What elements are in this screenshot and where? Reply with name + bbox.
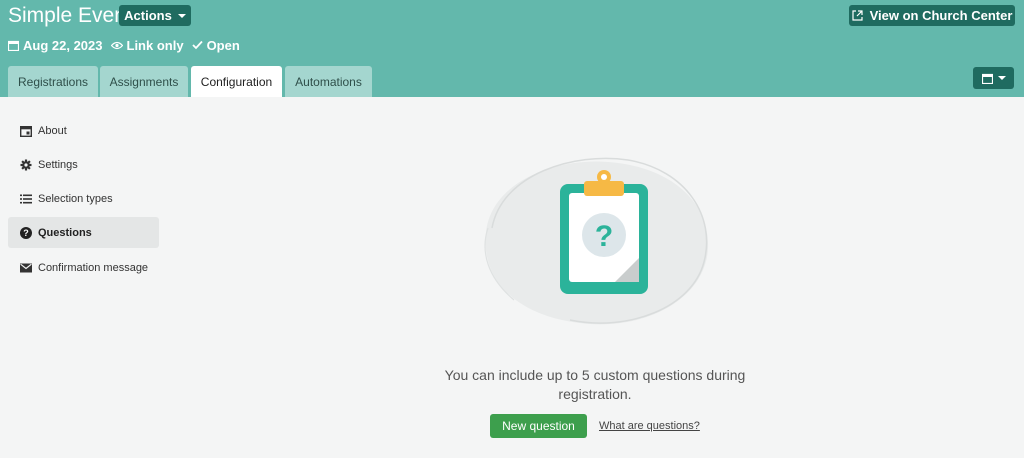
sidebar-item-label: Selection types <box>38 192 113 205</box>
calendar-icon <box>8 40 19 51</box>
sidebar-item-settings[interactable]: Settings <box>8 149 159 180</box>
sidebar-item-label: Confirmation message <box>38 261 149 274</box>
tab-label: Registrations <box>17 74 89 89</box>
event-date-text: Aug 22, 2023 <box>23 37 103 53</box>
sidebar-item-label: Settings <box>38 158 78 171</box>
external-link-icon <box>851 10 863 21</box>
event-meta: Aug 22, 2023 Link only Open <box>8 37 248 53</box>
what-are-questions-link[interactable]: What are questions? <box>599 420 700 432</box>
envelope-icon <box>20 263 32 272</box>
event-visibility-text: Link only <box>126 37 184 53</box>
page-header: Simple Event Actions View on Church Cent… <box>0 0 1024 97</box>
view-button-label: View on Church Center <box>869 8 1013 23</box>
chevron-down-icon <box>177 13 186 18</box>
tab-automations[interactable]: Automations <box>285 66 372 97</box>
sidebar-item-selection-types[interactable]: Selection types <box>8 183 159 214</box>
calendar-icon <box>20 125 32 137</box>
sidebar-item-confirmation-message[interactable]: Confirmation message <box>8 252 159 283</box>
tab-registrations[interactable]: Registrations <box>8 66 98 97</box>
event-status-text: Open <box>206 37 240 53</box>
clipboard-question-icon: ? <box>484 157 709 325</box>
calendar-icon <box>981 73 993 84</box>
new-question-button[interactable]: New question <box>490 414 587 438</box>
chevron-down-icon <box>997 76 1006 80</box>
check-icon <box>191 40 203 50</box>
tab-configuration[interactable]: Configuration <box>191 66 282 97</box>
actions-button[interactable]: Actions <box>119 5 191 26</box>
event-status: Open <box>191 37 240 53</box>
page-title: Simple Event <box>8 4 132 27</box>
tab-label: Assignments <box>109 74 179 89</box>
sidebar-item-about[interactable]: About <box>8 115 159 146</box>
list-icon <box>20 194 32 203</box>
calendar-menu-button[interactable] <box>973 67 1014 89</box>
question-icon: ? <box>20 226 32 239</box>
actions-button-label: Actions <box>124 8 172 23</box>
gear-icon <box>20 159 32 170</box>
new-question-button-label: New question <box>502 419 575 433</box>
tab-label: Configuration <box>200 74 273 89</box>
sidebar-item-label: Questions <box>38 226 92 239</box>
sidebar-item-label: About <box>38 124 67 137</box>
eye-icon <box>110 41 123 49</box>
tab-label: Automations <box>295 74 362 89</box>
tab-assignments[interactable]: Assignments <box>100 66 188 97</box>
event-visibility: Link only <box>110 37 184 53</box>
empty-state-message: You can include up to 5 custom questions… <box>444 367 746 402</box>
svg-text:?: ? <box>595 220 613 253</box>
svg-text:?: ? <box>23 228 29 238</box>
event-date: Aug 22, 2023 <box>8 38 103 53</box>
sidebar-item-questions[interactable]: ? Questions <box>8 217 159 248</box>
view-on-church-center-button[interactable]: View on Church Center <box>849 5 1015 26</box>
